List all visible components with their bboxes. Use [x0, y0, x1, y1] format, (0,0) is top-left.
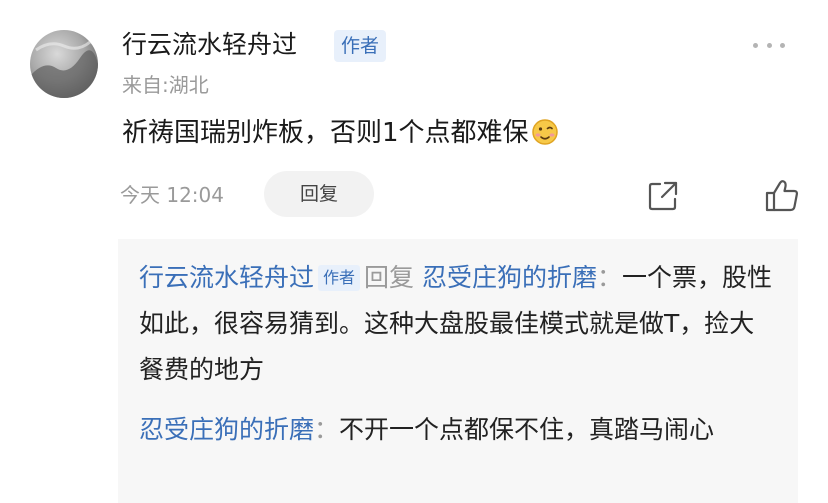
reply-from-user[interactable]: 忍受庄狗的折磨	[139, 415, 314, 444]
share-icon[interactable]	[645, 178, 681, 214]
author-badge-small: 作者	[318, 265, 361, 291]
reply-button[interactable]: 回复	[264, 171, 374, 217]
username[interactable]: 行云流水轻舟过	[122, 27, 297, 63]
avatar[interactable]	[30, 30, 98, 98]
location-label: 来自:湖北	[122, 73, 209, 97]
reply-colon: ：	[314, 415, 340, 444]
reply-colon: ：	[597, 263, 623, 292]
more-icon[interactable]	[753, 38, 785, 52]
reply-from-user[interactable]: 行云流水轻舟过	[139, 263, 314, 292]
author-badge: 作者	[334, 30, 387, 62]
emoji-icon	[531, 118, 559, 158]
like-icon[interactable]	[763, 177, 801, 215]
timestamp: 今天 12:04	[120, 183, 224, 207]
reply-to-user[interactable]: 忍受庄狗的折磨	[422, 263, 597, 292]
comment-text: 祈祷国瑞别炸板，否则1个点都难保	[122, 113, 559, 158]
reply-word: 回复	[364, 263, 415, 292]
comment-body: 祈祷国瑞别炸板，否则1个点都难保	[122, 118, 529, 148]
reply-item: 行云流水轻舟过 作者 回复 忍受庄狗的折磨：一个票，股性如此，很容易猜到。这种大盘股…	[139, 255, 779, 393]
reply-text: 不开一个点都保不住，真踏马闹心	[339, 415, 715, 444]
reply-item: 忍受庄狗的折磨：不开一个点都保不住，真踏马闹心	[139, 407, 779, 453]
